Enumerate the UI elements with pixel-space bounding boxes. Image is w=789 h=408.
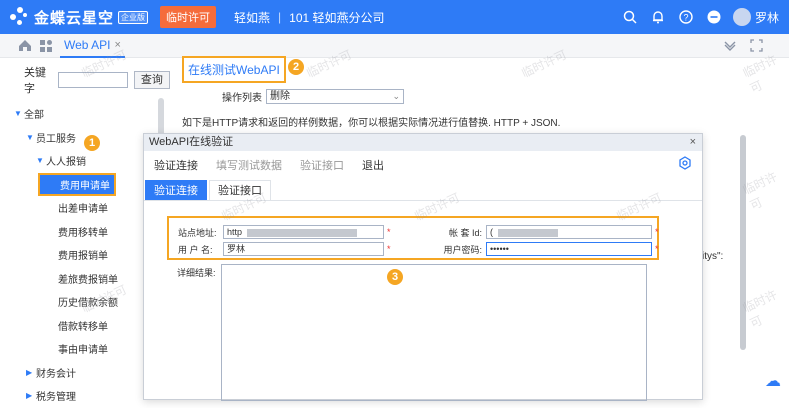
username-label: 用 户 名: — [178, 244, 213, 255]
dialog-tabs: 验证连接 验证接口 — [144, 179, 702, 201]
step-badge-2: 2 — [288, 59, 304, 75]
search-input[interactable] — [57, 72, 128, 88]
svg-text:?: ? — [683, 13, 688, 23]
required-mark: * — [655, 227, 659, 237]
webapi-verify-dialog: WebAPI在线验证 × 验证连接 填写测试数据 验证接口 退出 验证连接 验证… — [143, 133, 703, 401]
tree-item-label: 税务管理 — [36, 392, 76, 404]
account-id-label: 帐 套 Id: — [448, 227, 482, 238]
tab-verify-interface[interactable]: 验证接口 — [209, 180, 271, 200]
tree-item-label: 出差申请单 — [58, 204, 108, 216]
temp-license-badge[interactable]: 临时许可 — [160, 6, 217, 28]
chevron-down-icon: ⌄ — [392, 91, 400, 101]
redacted-account — [497, 228, 558, 237]
top-bar: 金蝶云星空 企业版 临时许可 轻如燕 | 101 轻如燕分公司 ? 罗林 — [0, 0, 789, 34]
description-text: 如下是HTTP请求和返回的样例数据，你可以根据实际情况进行值替换. HTTP +… — [182, 118, 561, 129]
dialog-title: WebAPI在线验证 — [149, 136, 234, 148]
tree-item-label: 历史借款余额 — [58, 298, 118, 310]
site-url-value: http — [227, 227, 243, 237]
cloud-icon[interactable]: ☁ — [765, 371, 781, 391]
json-fragment: itys": — [702, 251, 724, 262]
user-short-name: 轻如燕 — [234, 10, 271, 25]
tree-item-label: 事由申请单 — [58, 345, 108, 357]
gear-icon[interactable] — [678, 156, 692, 173]
tree-item-label: 费用申请单 — [60, 180, 110, 192]
main-scrollbar[interactable] — [740, 135, 746, 350]
tab-verify-connection[interactable]: 验证连接 — [145, 180, 207, 200]
tree-item-label: 人人报销 — [46, 157, 86, 169]
tab-bar: Web API × — [0, 34, 789, 58]
tab-web-api[interactable]: Web API × — [60, 34, 125, 58]
logo-icon — [10, 7, 30, 27]
account-id-value: ( — [490, 227, 493, 237]
caret-down-icon[interactable]: ▼ — [26, 133, 36, 142]
logo-text: 金蝶云星空 — [34, 9, 115, 27]
tree-item-label: 差旅费报销单 — [58, 274, 118, 286]
tree-item[interactable]: ▼ 全部 — [0, 102, 170, 126]
op-list-select[interactable]: 删除 ⌄ — [266, 89, 404, 104]
menu-verify-connection[interactable]: 验证连接 — [154, 157, 198, 173]
tree-item-label: 费用报销单 — [58, 251, 108, 263]
caret-down-icon[interactable]: ▼ — [36, 156, 46, 165]
tree-item-label: 费用移转单 — [58, 227, 108, 239]
account-id-field[interactable]: ( — [486, 225, 652, 239]
caret-right-icon[interactable]: ▶ — [26, 391, 36, 400]
password-label: 用户密码: — [443, 244, 482, 255]
detail-result-area[interactable] — [221, 264, 647, 401]
username-value: 罗林 — [227, 244, 246, 254]
org-switcher[interactable]: 轻如燕 | 101 轻如燕分公司 — [234, 9, 385, 26]
kingdee-logo[interactable]: 金蝶云星空 企业版 — [10, 7, 149, 28]
step-badge-1: 1 — [84, 135, 100, 151]
username[interactable]: 罗林 — [755, 9, 779, 26]
help-icon[interactable]: ? — [673, 4, 699, 30]
avatar[interactable] — [732, 8, 751, 26]
search-label: 关键字 — [24, 67, 46, 95]
online-test-title: 在线测试WebAPI — [182, 56, 286, 83]
search-button[interactable]: 查询 — [133, 71, 170, 89]
detail-result-label: 详细结果: — [177, 268, 216, 278]
password-value: •••••• — [490, 244, 509, 254]
fullscreen-icon[interactable] — [750, 39, 763, 55]
menu-verify-interface[interactable]: 验证接口 — [300, 157, 344, 173]
edition-badge: 企业版 — [118, 10, 149, 24]
bell-icon[interactable] — [645, 4, 671, 30]
org-separator: | — [278, 10, 282, 24]
site-label: 站点地址: — [178, 227, 217, 238]
password-field[interactable]: •••••• — [486, 242, 652, 256]
menu-fill-test-data[interactable]: 填写测试数据 — [216, 157, 282, 173]
tab-label: Web API — [64, 38, 111, 52]
tree-item-label: 财务会计 — [36, 368, 76, 380]
tab-close-icon[interactable]: × — [114, 39, 120, 51]
op-list-label: 操作列表 — [222, 93, 262, 104]
required-mark: * — [387, 227, 391, 237]
required-mark: * — [655, 244, 659, 254]
home-icon[interactable] — [18, 39, 32, 55]
apps-icon[interactable] — [39, 39, 53, 56]
close-icon[interactable]: × — [690, 134, 696, 151]
dialog-title-bar: WebAPI在线验证 × — [144, 134, 702, 151]
op-list-value: 删除 — [270, 91, 290, 102]
required-mark: * — [387, 244, 391, 254]
tree-item-label: 全部 — [24, 110, 44, 122]
chevron-down-icon[interactable] — [724, 39, 736, 54]
site-url-field[interactable]: http — [223, 225, 384, 239]
redacted-url — [246, 228, 357, 237]
username-field[interactable]: 罗林 — [223, 242, 384, 256]
tree-item-label: 员工服务 — [36, 133, 76, 145]
tree-item-label: 借款转移单 — [58, 321, 108, 333]
caret-right-icon[interactable]: ▶ — [26, 368, 36, 377]
menu-exit[interactable]: 退出 — [362, 157, 384, 173]
caret-down-icon[interactable]: ▼ — [14, 109, 24, 118]
search-icon[interactable] — [617, 4, 643, 30]
org-name: 101 轻如燕分公司 — [289, 10, 385, 25]
dialog-menu: 验证连接 填写测试数据 验证接口 退出 — [144, 151, 702, 179]
tree-item[interactable]: 费用申请单 — [38, 172, 116, 196]
minus-circle-icon[interactable] — [701, 4, 727, 30]
